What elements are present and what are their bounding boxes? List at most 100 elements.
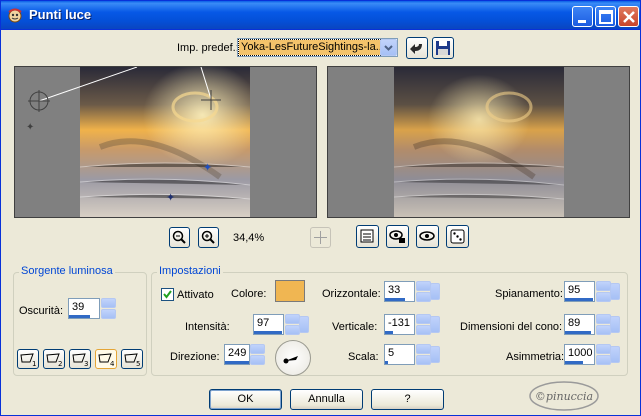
vertical-spinner[interactable]: -131 [384,314,440,335]
move-cross-icon [314,231,327,244]
asymmetry-updown[interactable] [596,344,611,365]
zoom-in-icon [201,230,215,244]
cone-size-spinner[interactable]: 89 [564,314,620,335]
direction-slider-bar[interactable] [225,361,249,364]
zoom-level: 34,4% [233,232,265,244]
darkness-label: Oscurità: [19,305,64,317]
darkness-spinner[interactable]: 39 [68,298,124,319]
intensity-updown[interactable] [285,314,300,335]
title-bar[interactable]: Punti luce [1,1,640,30]
source-preview[interactable]: ✦ ✦ ✦ [14,66,317,218]
cone-size-dropdown[interactable] [610,316,620,333]
maximize-button[interactable] [595,6,616,27]
svg-text:✦: ✦ [26,122,34,133]
vertical-label: Verticale: [332,321,378,333]
light-3-button[interactable]: 3 [69,349,91,369]
horizontal-spinner[interactable]: 33 [384,281,440,302]
intensity-slider-bar[interactable] [254,331,282,334]
light-source-title: Sorgente luminosa [19,265,115,277]
minimize-icon [578,20,586,23]
svg-text:✦: ✦ [166,191,175,204]
spread-slider-bar[interactable] [565,298,593,301]
direction-dial[interactable] [275,340,311,376]
svg-text:2: 2 [58,360,62,368]
reset-preset-button[interactable] [406,37,428,59]
intensity-spinner[interactable]: 97 [253,314,309,335]
scale-spinner[interactable]: 5 [384,344,440,365]
app-icon [8,8,22,23]
zoom-out-button[interactable] [169,227,190,248]
randomize-button[interactable] [446,225,469,248]
ok-button[interactable]: OK [209,389,282,410]
spotlight-icon: 3 [72,353,88,368]
dice-icon [450,229,465,244]
light-5-button[interactable]: 5 [121,349,143,369]
darkness-slider-bar[interactable] [69,315,90,318]
vertical-dropdown[interactable] [430,316,440,333]
auto-proof-button[interactable] [416,225,439,248]
toggle-preview-button[interactable] [356,225,379,248]
asymmetry-label: Asimmetria: [506,351,565,363]
proof-button[interactable] [386,225,409,248]
scale-slider-bar[interactable] [385,361,388,364]
maximize-icon [599,10,613,24]
spread-spinner[interactable]: 95 [564,281,620,302]
pan-button[interactable] [310,227,331,248]
asymmetry-dropdown[interactable] [610,346,620,363]
preview-layout-icon [360,229,374,243]
light-4-button[interactable]: 4 [95,349,117,369]
horizontal-label: Orizzontale: [322,288,381,300]
spotlight-icon: 5 [124,353,140,368]
svg-text:©pinuccia: ©pinuccia [535,390,593,403]
intensity-dropdown[interactable] [299,316,309,333]
scale-field[interactable]: 5 [384,344,415,365]
checkmark-icon [163,290,172,299]
vertical-slider-bar[interactable] [385,331,393,334]
enabled-checkbox[interactable] [161,288,174,301]
horizontal-slider-bar[interactable] [385,298,405,301]
spread-updown[interactable] [596,281,611,302]
scale-updown[interactable] [416,344,431,365]
direction-label: Direzione: [170,351,220,363]
spread-dropdown[interactable] [610,283,620,300]
save-preset-button[interactable] [432,37,454,59]
direction-needle-icon [283,356,298,364]
preset-value: Yoka-LesFutureSightings-la... [238,39,381,56]
color-label: Colore: [231,288,267,300]
vertical-updown[interactable] [416,314,431,335]
asymmetry-slider-bar[interactable] [565,361,583,364]
cone-size-slider-bar[interactable] [565,331,591,334]
light-1-button[interactable]: 1 [17,349,39,369]
spread-label: Spianamento: [495,288,563,300]
scale-dropdown[interactable] [430,346,440,363]
spotlight-icon: 1 [20,353,36,368]
zoom-in-button[interactable] [198,227,219,248]
svg-text:5: 5 [136,360,140,368]
direction-spinner[interactable]: 249 [224,344,268,365]
color-swatch[interactable] [275,280,305,302]
darkness-updown[interactable] [101,298,116,319]
horizontal-updown[interactable] [416,281,431,302]
cone-size-label: Dimensioni del cono: [460,321,563,333]
preset-dropdown-arrow[interactable] [380,39,397,56]
light-2-button[interactable]: 2 [43,349,65,369]
preset-dropdown[interactable]: Yoka-LesFutureSightings-la... [237,38,398,57]
floppy-disk-icon [436,41,450,55]
svg-text:1: 1 [32,360,36,368]
direction-updown[interactable] [250,344,265,365]
settings-title: Impostazioni [157,265,223,277]
minimize-button[interactable] [572,6,593,27]
undo-arrow-icon [410,44,422,54]
asymmetry-spinner[interactable]: 1000 [564,344,620,365]
close-button[interactable] [618,6,639,27]
cancel-button[interactable]: Annulla [290,389,363,410]
enabled-label: Attivato [177,289,214,301]
horizontal-dropdown[interactable] [430,283,440,300]
eye-icon [419,231,435,241]
result-preview-image [394,67,564,217]
dialog-window: Punti luce Imp. predef.: Yoka-LesFutureS… [0,0,641,416]
help-button[interactable]: ? [371,389,444,410]
cone-size-updown[interactable] [596,314,611,335]
watermark-logo: ©pinuccia [529,381,599,411]
eye-lock-icon [389,230,405,243]
